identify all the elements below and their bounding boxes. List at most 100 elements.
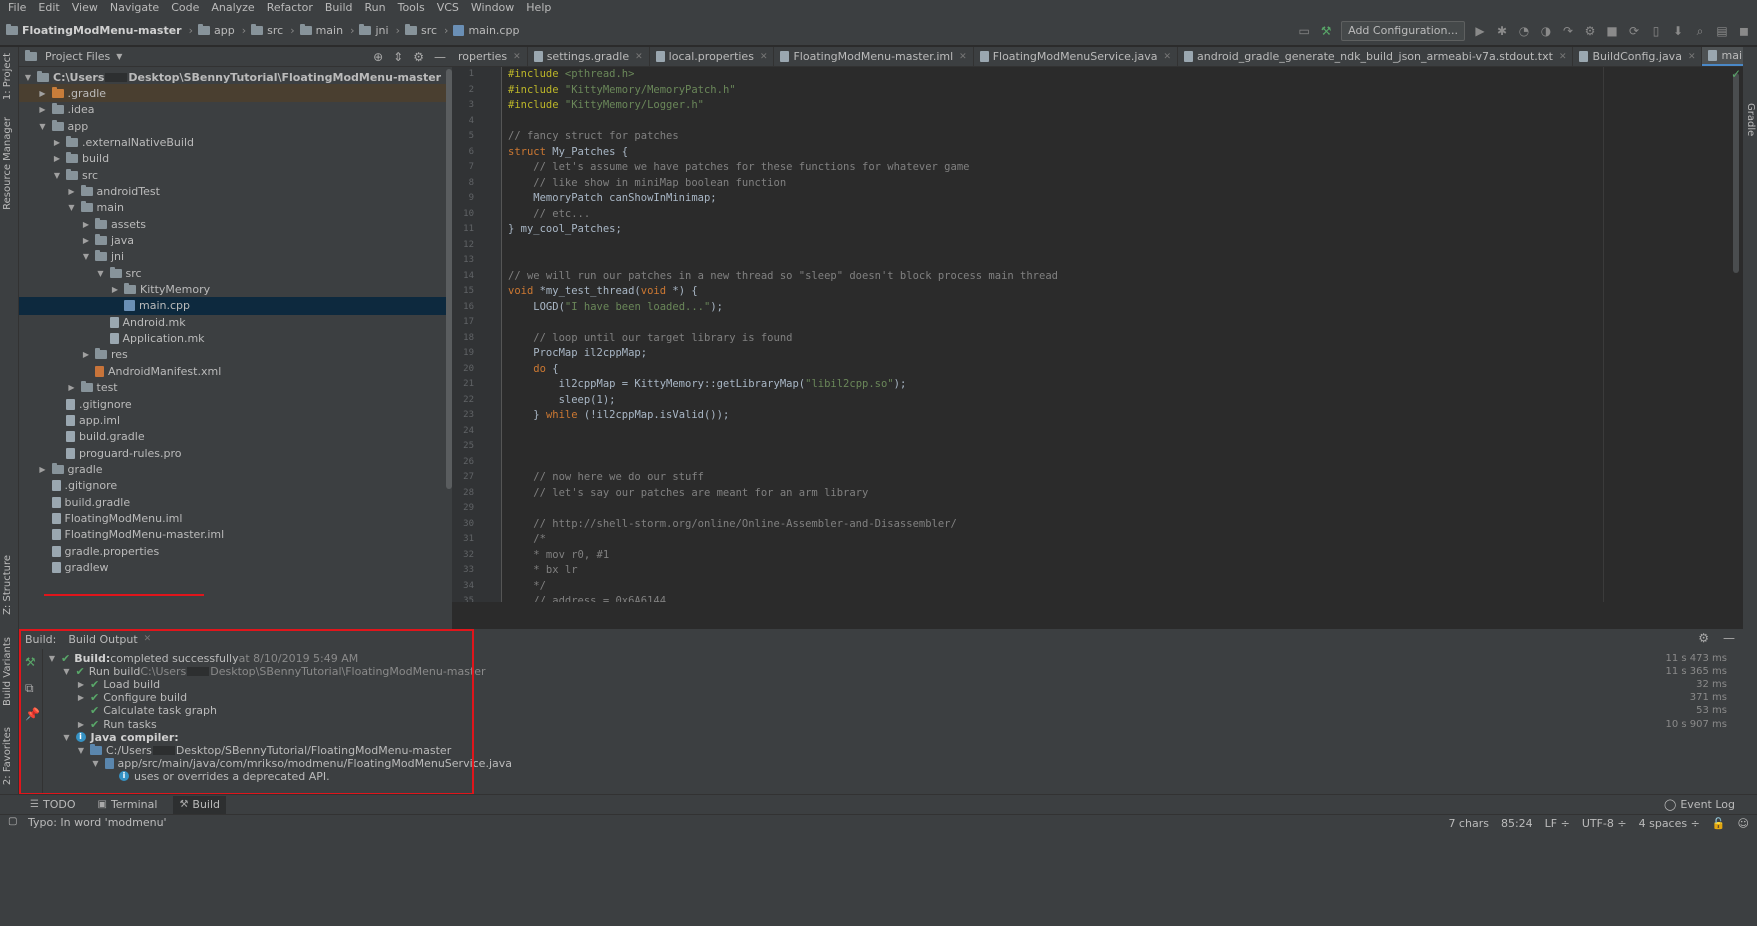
code-line[interactable]: il2cppMap = KittyMemory::getLibraryMap("… (508, 377, 907, 393)
code-line[interactable]: // let's assume we have patches for thes… (508, 160, 969, 176)
breadcrumb-item[interactable]: main.cpp (453, 24, 519, 37)
menu-item-tools[interactable]: Tools (392, 0, 431, 16)
tree-item[interactable]: ▼ src (19, 166, 446, 184)
collapsed-arrow-icon[interactable]: ▶ (76, 693, 86, 702)
menu-item-run[interactable]: Run (359, 0, 392, 16)
tool-tab-resource-manager[interactable]: Resource Manager (2, 117, 13, 210)
tree-item[interactable]: ▶ androidTest (19, 182, 446, 200)
tree-item[interactable]: FloatingModMenu-master.iml (19, 526, 446, 544)
expanded-arrow-icon[interactable]: ▼ (52, 171, 62, 180)
expanded-arrow-icon[interactable]: ▼ (62, 733, 72, 742)
tool-tab-gradle[interactable]: Gradle (1745, 103, 1756, 136)
breadcrumb-item[interactable]: jni (359, 24, 389, 37)
code-line[interactable]: } my_cool_Patches; (508, 222, 622, 238)
code-line[interactable]: LOGD("I have been loaded..."); (508, 300, 723, 316)
menu-item-view[interactable]: View (66, 0, 104, 16)
menu-item-window[interactable]: Window (465, 0, 520, 16)
collapsed-arrow-icon[interactable]: ▶ (38, 105, 48, 114)
code-line[interactable]: #include "KittyMemory/MemoryPatch.h" (508, 83, 736, 99)
menu-item-navigate[interactable]: Navigate (104, 0, 165, 16)
build-output-tab[interactable]: Build Output (68, 633, 137, 646)
code-line[interactable]: sleep(1); (508, 393, 616, 409)
tree-item[interactable]: .gitignore (19, 395, 446, 413)
close-icon[interactable]: ✕ (1163, 52, 1171, 62)
add-configuration-button[interactable]: Add Configuration... (1341, 21, 1465, 41)
collapsed-arrow-icon[interactable]: ▶ (110, 285, 120, 294)
profile-icon[interactable]: ◔ (1517, 24, 1531, 38)
editor-tab[interactable]: BuildConfig.java ✕ (1573, 47, 1703, 66)
editor-tab[interactable]: FloatingModMenu-master.iml ✕ (774, 47, 974, 66)
editor-tab[interactable]: local.properties ✕ (650, 47, 775, 66)
search-icon[interactable]: ⌕ (1693, 24, 1707, 38)
run-icon[interactable]: ▶ (1473, 24, 1487, 38)
lock-icon[interactable]: 🔓 (1712, 817, 1726, 830)
tool-tab-todo[interactable]: ☰ TODO (24, 796, 81, 814)
collapsed-arrow-icon[interactable]: ▶ (52, 138, 62, 147)
close-icon[interactable]: ✕ (1688, 52, 1696, 62)
tree-item[interactable]: ▼ app (19, 117, 446, 135)
collapsed-arrow-icon[interactable]: ▶ (81, 220, 91, 229)
code-line[interactable]: /* (508, 532, 546, 548)
breadcrumb-item[interactable]: src (404, 24, 437, 37)
coverage-icon[interactable]: ◑ (1539, 24, 1553, 38)
hide-icon[interactable]: — (434, 50, 446, 64)
editor-tab[interactable]: main.cpp✕ (1702, 47, 1743, 66)
code-line[interactable]: struct My_Patches { (508, 145, 628, 161)
tree-item[interactable]: ▼ jni (19, 248, 446, 266)
chevron-down-icon[interactable]: ▼ (116, 52, 122, 61)
status-line-separator[interactable]: LF ÷ (1545, 817, 1570, 830)
tree-item[interactable]: main.cpp (19, 296, 446, 315)
collapsed-arrow-icon[interactable]: ▶ (52, 154, 62, 163)
code-line[interactable]: // let's say our patches are meant for a… (508, 486, 868, 502)
status-encoding[interactable]: UTF-8 ÷ (1582, 817, 1627, 830)
tree-item[interactable]: app.iml (19, 411, 446, 429)
tree-item[interactable]: ▶ assets (19, 215, 446, 233)
collapsed-arrow-icon[interactable]: ▶ (76, 680, 86, 689)
tree-item[interactable]: ▶ .externalNativeBuild (19, 133, 446, 151)
tree-item[interactable]: Application.mk (19, 330, 446, 348)
tree-item[interactable]: gradle.properties (19, 542, 446, 560)
sdk-manager-icon[interactable]: ⬇ (1671, 24, 1685, 38)
close-icon[interactable]: ✕ (1559, 52, 1567, 62)
breadcrumb-project[interactable]: FloatingModMenu-master (6, 24, 182, 37)
tree-item[interactable]: .gitignore (19, 477, 446, 495)
breadcrumb-item[interactable]: app (198, 24, 235, 37)
code-line[interactable]: } while (!il2cppMap.isValid()); (508, 408, 729, 424)
inspection-ok-icon[interactable]: ✓ (1731, 67, 1741, 81)
collapse-all-icon[interactable]: ⇕ (393, 50, 403, 64)
build-hammer-icon[interactable]: ⚒ (1319, 24, 1333, 38)
gear-icon[interactable]: ⚙ (413, 50, 424, 64)
menu-item-edit[interactable]: Edit (32, 0, 65, 16)
inspector-icon[interactable]: ☺ (1738, 817, 1749, 830)
expanded-arrow-icon[interactable]: ▼ (62, 667, 72, 676)
tree-item[interactable]: gradlew (19, 559, 446, 577)
tree-item[interactable]: ▶ java (19, 232, 446, 250)
tree-item[interactable]: ▶ gradle (19, 460, 446, 478)
editor-tab[interactable]: android_gradle_generate_ndk_build_json_a… (1178, 47, 1574, 66)
tool-tab-favorites[interactable]: 2: Favorites (2, 727, 13, 785)
status-indent[interactable]: 4 spaces ÷ (1639, 817, 1700, 830)
collapsed-arrow-icon[interactable]: ▶ (67, 383, 77, 392)
tree-item[interactable]: AndroidManifest.xml (19, 362, 446, 380)
code-line[interactable]: #include <pthread.h> (508, 67, 634, 83)
project-structure-icon[interactable]: ▤ (1715, 24, 1729, 38)
tree-item[interactable]: FloatingModMenu.iml (19, 509, 446, 527)
hide-icon[interactable]: — (1723, 631, 1735, 645)
menu-item-code[interactable]: Code (165, 0, 205, 16)
sync-gradle-icon[interactable]: ⟳ (1627, 24, 1641, 38)
locate-icon[interactable]: ⊕ (373, 50, 383, 64)
avd-manager-icon[interactable]: ▯ (1649, 24, 1663, 38)
status-toggle-icon[interactable]: ▢ (8, 816, 17, 827)
tree-item[interactable]: ▼ src (19, 264, 446, 282)
tree-item[interactable]: ▶ res (19, 346, 446, 364)
tree-item[interactable]: build.gradle (19, 428, 446, 446)
code-line[interactable]: #include "KittyMemory/Logger.h" (508, 98, 704, 114)
editor-tab[interactable]: settings.gradle ✕ (528, 47, 650, 66)
expanded-arrow-icon[interactable]: ▼ (47, 654, 57, 663)
code-line[interactable]: void *my_test_thread(void *) { (508, 284, 698, 300)
code-editor[interactable]: 1 2 3 4 5 6 7 8 9 10 11 12 13 14 15 16 17 18 19 20 21 22 23 24 2… (452, 67, 1743, 602)
stop-icon[interactable]: ■ (1605, 24, 1619, 38)
editor-scrollbar[interactable] (1733, 73, 1739, 273)
tree-item[interactable]: Android.mk (19, 313, 446, 331)
breadcrumb-item[interactable]: src (251, 24, 283, 37)
